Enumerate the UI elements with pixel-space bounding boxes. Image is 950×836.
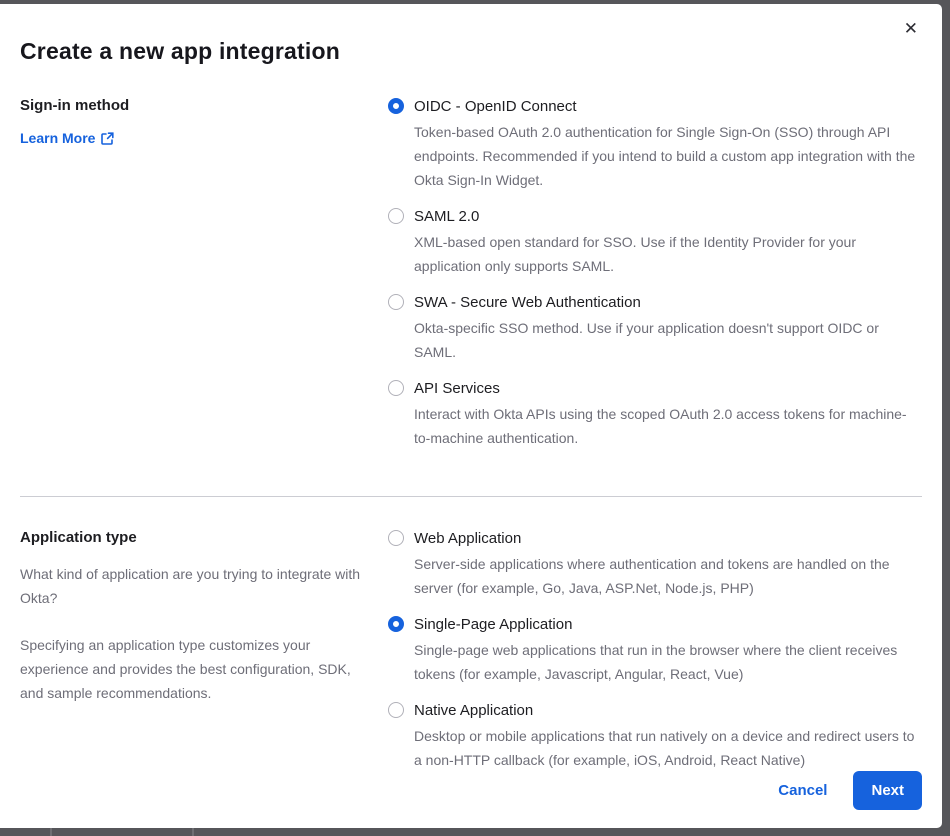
dialog-content: Sign-in method Learn More OIDC - Ope	[0, 95, 942, 785]
radio-option-swa[interactable]: SWA - Secure Web Authentication Okta-spe…	[388, 291, 922, 364]
radio-option-description: XML-based open standard for SSO. Use if …	[414, 230, 922, 278]
radio-option-description: Single-page web applications that run in…	[414, 638, 922, 686]
learn-more-link[interactable]: Learn More	[20, 130, 114, 146]
sign-in-method-section: Sign-in method Learn More OIDC - Ope	[20, 95, 922, 463]
radio-button[interactable]	[388, 530, 404, 546]
application-type-help-text: Specifying an application type customize…	[20, 633, 366, 705]
close-icon[interactable]: ✕	[904, 20, 918, 37]
application-type-label: Application type	[20, 527, 366, 549]
application-type-help-text: What kind of application are you trying …	[20, 562, 366, 610]
radio-option-saml[interactable]: SAML 2.0 XML-based open standard for SSO…	[388, 205, 922, 278]
radio-option-label[interactable]: Web Application	[414, 527, 922, 550]
section-divider	[20, 496, 922, 497]
radio-option-label[interactable]: API Services	[414, 377, 922, 400]
backdrop-table-line	[50, 828, 52, 836]
radio-button[interactable]	[388, 98, 404, 114]
radio-option-description: Server-side applications where authentic…	[414, 552, 922, 600]
learn-more-label: Learn More	[20, 130, 95, 146]
radio-option-description: Interact with Okta APIs using the scoped…	[414, 402, 922, 450]
radio-option-single-page-application[interactable]: Single-Page Application Single-page web …	[388, 613, 922, 686]
radio-button[interactable]	[388, 380, 404, 396]
application-type-options: Web Application Server-side applications…	[388, 527, 922, 785]
external-link-icon	[101, 132, 114, 145]
application-type-section: Application type What kind of applicatio…	[20, 527, 922, 785]
cancel-button[interactable]: Cancel	[778, 782, 827, 799]
radio-button[interactable]	[388, 616, 404, 632]
radio-button[interactable]	[388, 208, 404, 224]
sign-in-method-left-column: Sign-in method Learn More	[20, 95, 388, 463]
radio-button[interactable]	[388, 702, 404, 718]
radio-option-label[interactable]: OIDC - OpenID Connect	[414, 95, 922, 118]
dialog-footer: Cancel Next	[778, 771, 922, 810]
radio-option-native-application[interactable]: Native Application Desktop or mobile app…	[388, 699, 922, 772]
radio-option-label[interactable]: SWA - Secure Web Authentication	[414, 291, 922, 314]
sign-in-method-label: Sign-in method	[20, 95, 366, 117]
backdrop-table-line	[192, 828, 194, 836]
radio-option-label[interactable]: SAML 2.0	[414, 205, 922, 228]
radio-option-api-services[interactable]: API Services Interact with Okta APIs usi…	[388, 377, 922, 450]
create-app-integration-dialog: ✕ Create a new app integration Sign-in m…	[0, 4, 942, 828]
sign-in-method-options: OIDC - OpenID Connect Token-based OAuth …	[388, 95, 922, 463]
dialog-title: Create a new app integration	[0, 4, 942, 65]
radio-option-web-application[interactable]: Web Application Server-side applications…	[388, 527, 922, 600]
radio-option-label[interactable]: Native Application	[414, 699, 922, 722]
radio-option-description: Okta-specific SSO method. Use if your ap…	[414, 316, 922, 364]
next-button[interactable]: Next	[853, 771, 922, 810]
radio-option-description: Token-based OAuth 2.0 authentication for…	[414, 120, 922, 192]
radio-button[interactable]	[388, 294, 404, 310]
radio-option-description: Desktop or mobile applications that run …	[414, 724, 922, 772]
application-type-left-column: Application type What kind of applicatio…	[20, 527, 388, 785]
radio-option-label[interactable]: Single-Page Application	[414, 613, 922, 636]
radio-option-oidc[interactable]: OIDC - OpenID Connect Token-based OAuth …	[388, 95, 922, 192]
